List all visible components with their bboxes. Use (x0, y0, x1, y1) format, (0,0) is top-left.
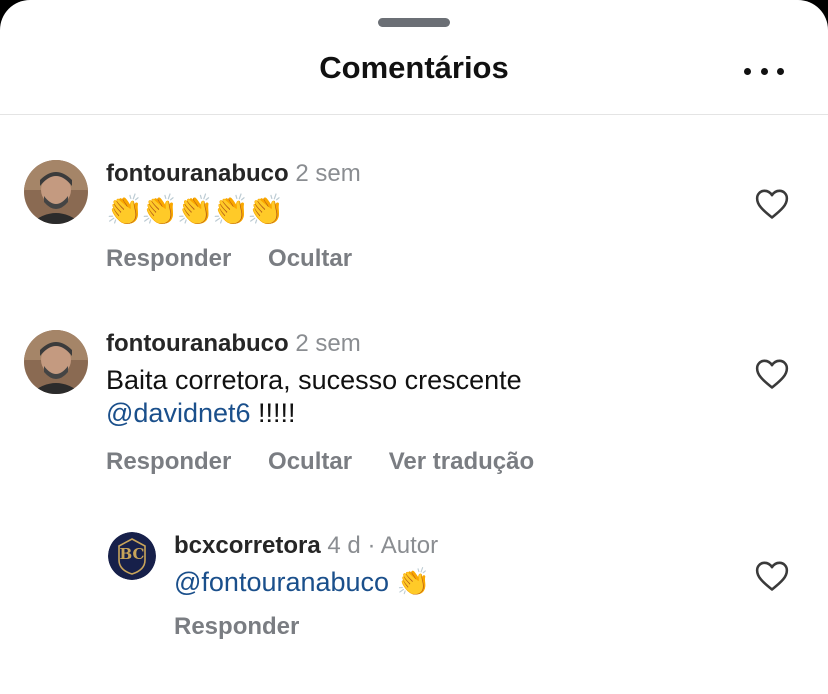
comment-time: 2 sem (295, 160, 361, 187)
comments-sheet: Comentários fontouranabuco 2 sem 👏👏👏👏👏 R (0, 0, 828, 694)
comment-text-rest: !!!!! (250, 398, 296, 428)
translate-button[interactable]: Ver tradução (389, 448, 534, 475)
comment-meta: bcxcorretora 4 d · Autor (174, 532, 438, 560)
comment-actions: Responder Ocultar Ver tradução (106, 448, 564, 476)
avatar[interactable] (24, 160, 88, 224)
mention-link[interactable]: @fontouranabuco (174, 567, 389, 597)
comment-actions: Responder (174, 613, 438, 641)
avatar[interactable] (24, 330, 88, 394)
mention-link[interactable]: @davidnet6 (106, 398, 251, 428)
comment-meta: fontouranabuco 2 sem (106, 330, 564, 358)
avatar-logo-text: BC (119, 545, 145, 563)
hide-button[interactable]: Ocultar (268, 448, 352, 475)
comment-time: 4 d · Autor (327, 532, 439, 559)
heart-outline-icon[interactable] (755, 560, 789, 592)
page-title: Comentários (319, 50, 509, 85)
comment-time: 2 sem (295, 330, 361, 357)
avatar[interactable]: BC (108, 532, 156, 580)
comment-text: @fontouranabuco 👏 (174, 566, 438, 599)
comment-text-rest: 👏 (389, 567, 431, 597)
reply-button[interactable]: Responder (106, 448, 231, 475)
comment-username[interactable]: bcxcorretora (174, 532, 321, 559)
heart-outline-icon[interactable] (755, 358, 789, 390)
more-options-icon[interactable] (744, 62, 784, 80)
reply-button[interactable]: Responder (106, 245, 231, 272)
reply-button[interactable]: Responder (174, 613, 299, 640)
heart-outline-icon[interactable] (755, 188, 789, 220)
comment-username[interactable]: fontouranabuco (106, 330, 289, 357)
drag-handle[interactable] (378, 18, 450, 27)
comment-meta: fontouranabuco 2 sem (106, 160, 382, 188)
comment-actions: Responder Ocultar (106, 245, 382, 273)
comment-text: Baita corretora, sucesso crescente @davi… (106, 364, 564, 430)
header-divider (0, 114, 828, 115)
comment-text: 👏👏👏👏👏 (106, 194, 285, 227)
hide-button[interactable]: Ocultar (268, 245, 352, 272)
comment-text-line: Baita corretora, sucesso crescente (106, 365, 522, 395)
comment-username[interactable]: fontouranabuco (106, 160, 289, 187)
